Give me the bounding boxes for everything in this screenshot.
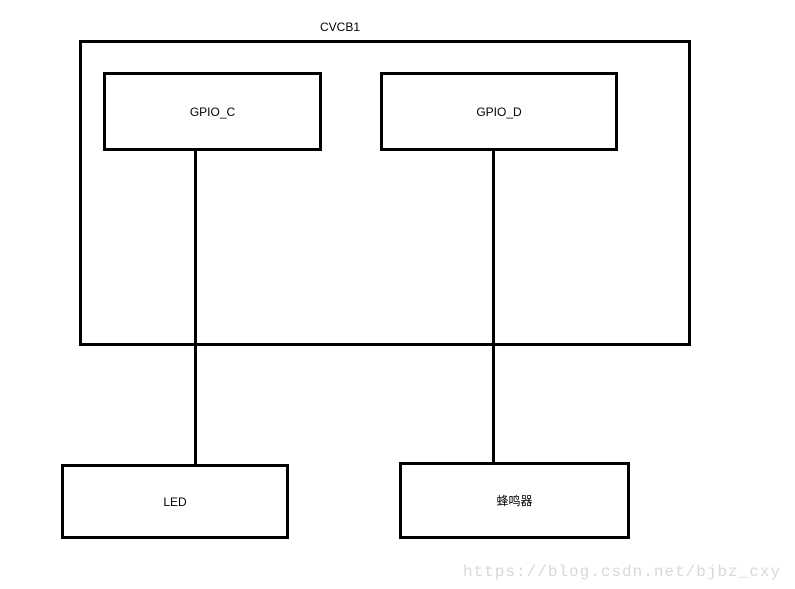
connector-gpio-d-buzzer [492,149,495,464]
connector-gpio-c-led [194,149,197,466]
buzzer-box: 蜂鸣器 [399,462,630,539]
gpio-d-label: GPIO_D [476,105,521,119]
led-box: LED [61,464,289,539]
gpio-c-box: GPIO_C [103,72,322,151]
watermark-text: https://blog.csdn.net/bjbz_cxy [463,563,781,581]
led-label: LED [163,495,186,509]
gpio-c-label: GPIO_C [190,105,235,119]
gpio-d-box: GPIO_D [380,72,618,151]
main-container-title: CVCB1 [310,20,370,34]
buzzer-label: 蜂鸣器 [496,492,532,509]
